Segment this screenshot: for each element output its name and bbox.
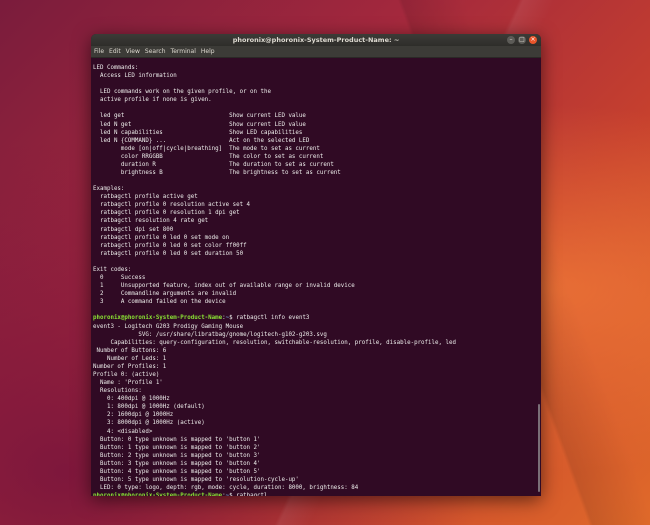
terminal-line: led N capabilities Show LED capabilities xyxy=(93,129,303,136)
terminal-line: Number of Buttons: 6 xyxy=(93,347,167,354)
terminal-line: Button: 2 type unknown is mapped to 'but… xyxy=(93,452,261,459)
terminal-scrollbar[interactable] xyxy=(538,404,540,492)
close-button[interactable]: × xyxy=(529,36,537,44)
terminal-line: Resolutions: xyxy=(93,388,142,395)
terminal-line: 1: 800dpi @ 1000Hz (default) xyxy=(93,404,205,411)
terminal-line: ratbagctl profile 0 resolution active se… xyxy=(93,202,251,209)
terminal-line: ratbagctl profile 0 resolution 1 dpi get xyxy=(93,210,240,217)
terminal-line: Access LED information xyxy=(93,73,177,80)
menu-search[interactable]: Search xyxy=(145,48,166,55)
prompt-line: phoronix@phoronix-System-Product-Name:~$… xyxy=(93,314,538,322)
terminal-line: Button: 3 type unknown is mapped to 'but… xyxy=(93,460,261,467)
prompt-user: phoronix@phoronix-System-Product-Name xyxy=(93,493,222,496)
terminal-line: led N get Show current LED value xyxy=(93,121,306,128)
terminal-line: 2 Commandline arguments are invalid xyxy=(93,291,237,298)
maximize-button[interactable]: □ xyxy=(518,36,526,44)
prompt-command: ratbagctl info event3 xyxy=(232,315,310,322)
terminal-line: ratbagctl profile active get xyxy=(93,194,198,201)
menu-help[interactable]: Help xyxy=(201,48,215,55)
terminal-line: 1 Unsupported feature, index out of avai… xyxy=(93,283,355,290)
terminal-line: ratbagctl profile 0 led 0 set mode on xyxy=(93,234,230,241)
terminal-line: 3: 8000dpi @ 1000Hz (active) xyxy=(93,420,205,427)
window-titlebar[interactable]: phoronix@phoronix-System-Product-Name: ~… xyxy=(91,34,541,46)
terminal-line: Examples: xyxy=(93,186,125,193)
terminal-line: SVG: /usr/share/libratbag/gnome/logitech… xyxy=(93,331,327,338)
terminal-line: duration R The duration to set as curren… xyxy=(93,161,334,168)
menu-bar: File Edit View Search Terminal Help xyxy=(91,46,541,58)
terminal-line: LED: 0 type: logo, depth: rgb, mode: cyc… xyxy=(93,485,359,492)
terminal-line: color RRGGBB The color to set as current xyxy=(93,153,324,160)
terminal-line: brightness B The brightness to set as cu… xyxy=(93,170,341,177)
terminal-line: active profile if none is given. xyxy=(93,97,212,104)
terminal-line: Button: 4 type unknown is mapped to 'but… xyxy=(93,468,261,475)
terminal-line: LED commands work on the given profile, … xyxy=(93,89,271,96)
terminal-line: 0 Success xyxy=(93,275,146,282)
terminal-line: 2: 1600dpi @ 1000Hz xyxy=(93,412,174,419)
terminal-line: ratbagctl profile 0 led 0 set color ff00… xyxy=(93,242,247,249)
prompt-line: phoronix@phoronix-System-Product-Name:~$… xyxy=(93,492,538,496)
terminal-line: Button: 1 type unknown is mapped to 'but… xyxy=(93,444,261,451)
terminal-line: 0: 400dpi @ 1000Hz xyxy=(93,396,170,403)
terminal-window: phoronix@phoronix-System-Product-Name: ~… xyxy=(91,34,541,496)
terminal-line: 4: <disabled> xyxy=(93,428,153,435)
terminal-line: Capabilities: query-configuration, resol… xyxy=(93,339,456,346)
terminal-line: Button: 0 type unknown is mapped to 'but… xyxy=(93,436,261,443)
terminal-line: Profile 0: (active) xyxy=(93,371,160,378)
terminal-line: Exit codes: xyxy=(93,266,132,273)
terminal-line: LED Commands: xyxy=(93,65,139,71)
terminal-output[interactable]: LED Commands: Access LED information LED… xyxy=(91,58,541,496)
terminal-line: Number of Profiles: 1 xyxy=(93,363,167,370)
prompt-command: ratbagctl xyxy=(233,493,267,496)
terminal-line: Number of Leds: 1 xyxy=(93,355,167,362)
terminal-line: ratbagctl profile 0 led 0 set duration 5… xyxy=(93,250,244,257)
terminal-line: Name : 'Profile 1' xyxy=(93,380,163,387)
window-title: phoronix@phoronix-System-Product-Name: ~ xyxy=(232,36,400,44)
terminal-line: led get Show current LED value xyxy=(93,113,306,120)
terminal-line: event3 - Logitech G203 Prodigy Gaming Mo… xyxy=(93,323,244,330)
minimize-button[interactable]: – xyxy=(507,36,515,44)
prompt-user: phoronix@phoronix-System-Product-Name xyxy=(93,315,223,322)
menu-file[interactable]: File xyxy=(94,48,104,55)
terminal-line: led N {COMMAND} ... Act on the selected … xyxy=(93,137,310,144)
terminal-line: 3 A command failed on the device xyxy=(93,299,226,306)
menu-view[interactable]: View xyxy=(126,48,140,55)
terminal-line: Button: 5 type unknown is mapped to 'res… xyxy=(93,476,299,483)
terminal-line: ratbagctl resolution 4 rate get xyxy=(93,218,209,225)
menu-edit[interactable]: Edit xyxy=(109,48,121,55)
menu-terminal[interactable]: Terminal xyxy=(171,48,196,55)
terminal-line: ratbagctl dpi set 800 xyxy=(93,226,174,233)
terminal-line: mode [on|off|cycle|breathing] The mode t… xyxy=(93,145,320,152)
